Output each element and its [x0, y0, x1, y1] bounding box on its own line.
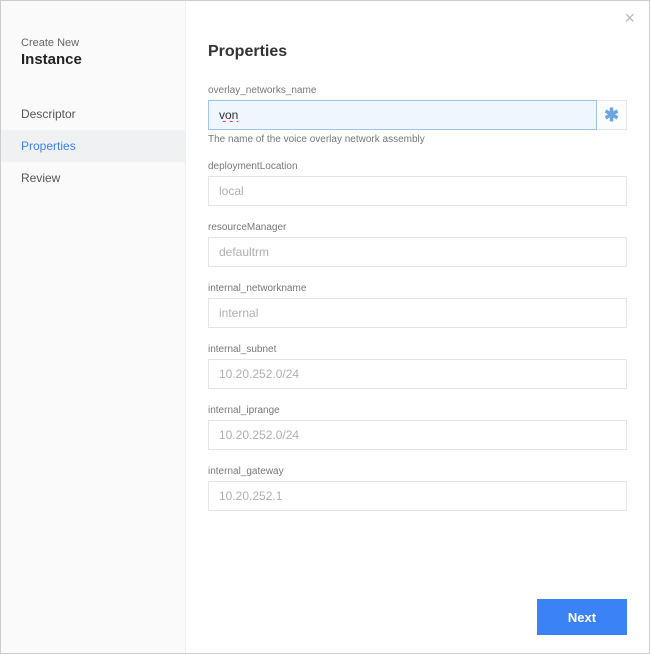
- field-resource-manager: resourceManager: [208, 222, 627, 267]
- sidebar: Create New Instance Descriptor Propertie…: [1, 1, 186, 653]
- sidebar-title: Instance: [21, 51, 165, 68]
- modal-footer: Next: [208, 589, 627, 635]
- field-internal-gateway: internal_gateway: [208, 466, 627, 511]
- next-button[interactable]: Next: [537, 599, 627, 635]
- close-icon[interactable]: ×: [624, 9, 635, 27]
- input-internal-gateway[interactable]: [208, 481, 627, 511]
- field-internal-iprange: internal_iprange: [208, 405, 627, 450]
- label-internal-gateway: internal_gateway: [208, 466, 627, 477]
- field-internal-networkname: internal_networkname: [208, 283, 627, 328]
- field-internal-subnet: internal_subnet: [208, 344, 627, 389]
- sidebar-item-descriptor[interactable]: Descriptor: [1, 98, 185, 130]
- sidebar-item-review[interactable]: Review: [1, 162, 185, 194]
- sidebar-header: Create New Instance: [1, 37, 185, 98]
- properties-form: overlay_networks_name ✱ The name of the …: [208, 85, 627, 589]
- input-internal-subnet[interactable]: [208, 359, 627, 389]
- label-overlay-networks-name: overlay_networks_name: [208, 85, 627, 96]
- label-deployment-location: deploymentLocation: [208, 161, 627, 172]
- sidebar-item-properties[interactable]: Properties: [1, 130, 185, 162]
- input-internal-iprange[interactable]: [208, 420, 627, 450]
- required-asterisk-icon: ✱: [597, 100, 627, 130]
- main-panel: Properties overlay_networks_name ✱ The n…: [186, 1, 649, 653]
- input-overlay-networks-name[interactable]: [208, 100, 597, 130]
- input-deployment-location[interactable]: [208, 176, 627, 206]
- label-internal-subnet: internal_subnet: [208, 344, 627, 355]
- field-overlay-networks-name: overlay_networks_name ✱ The name of the …: [208, 85, 627, 145]
- create-instance-modal: × Create New Instance Descriptor Propert…: [0, 0, 650, 654]
- label-internal-networkname: internal_networkname: [208, 283, 627, 294]
- input-internal-networkname[interactable]: [208, 298, 627, 328]
- field-deployment-location: deploymentLocation: [208, 161, 627, 206]
- input-resource-manager[interactable]: [208, 237, 627, 267]
- help-overlay-networks-name: The name of the voice overlay network as…: [208, 134, 627, 145]
- label-internal-iprange: internal_iprange: [208, 405, 627, 416]
- label-resource-manager: resourceManager: [208, 222, 627, 233]
- sidebar-subtitle: Create New: [21, 37, 165, 49]
- page-title: Properties: [208, 43, 627, 61]
